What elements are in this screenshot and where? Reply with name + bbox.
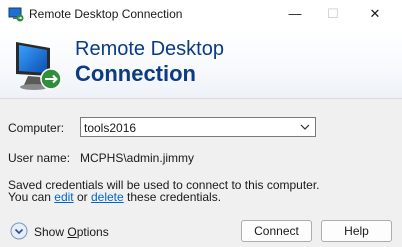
maximize-button: ☐ [327,6,339,21]
chevron-circle-down-icon[interactable] [10,222,28,240]
remote-desktop-icon [8,6,24,22]
username-label: User name: [8,151,71,165]
computer-label: Computer: [8,121,65,135]
title-bar: Remote Desktop Connection — ☐ ✕ [0,0,402,28]
banner-title-line1: Remote Desktop [75,38,224,60]
show-options-button[interactable]: Show Options [34,225,109,239]
minimize-button[interactable]: — [276,0,314,28]
computer-value[interactable]: tools2016 [84,121,136,135]
show-options-text-pre: Show [34,225,68,239]
credentials-suffix: these credentials. [123,190,222,204]
delete-link[interactable]: delete [91,190,124,204]
or-text: or [73,190,91,204]
show-options-accelerator: O [67,225,77,239]
monitor-remote-icon [10,36,68,94]
username-value: MCPHS\admin.jimmy [80,151,195,165]
connect-button[interactable]: Connect [241,220,312,242]
credentials-actions: You can edit or delete these credentials… [8,190,221,204]
chevron-down-icon[interactable] [298,119,312,135]
help-button[interactable]: Help [321,220,392,242]
credentials-prefix: You can [8,190,55,204]
computer-combobox[interactable]: tools2016 [80,117,316,137]
show-options-text-post: ptions [76,225,109,239]
banner-title-line2: Connection [75,61,196,86]
close-button[interactable]: ✕ [356,0,394,28]
edit-link[interactable]: edit [54,190,73,204]
header-banner: Remote Desktop Connection [0,28,402,99]
window-title: Remote Desktop Connection [29,7,183,21]
